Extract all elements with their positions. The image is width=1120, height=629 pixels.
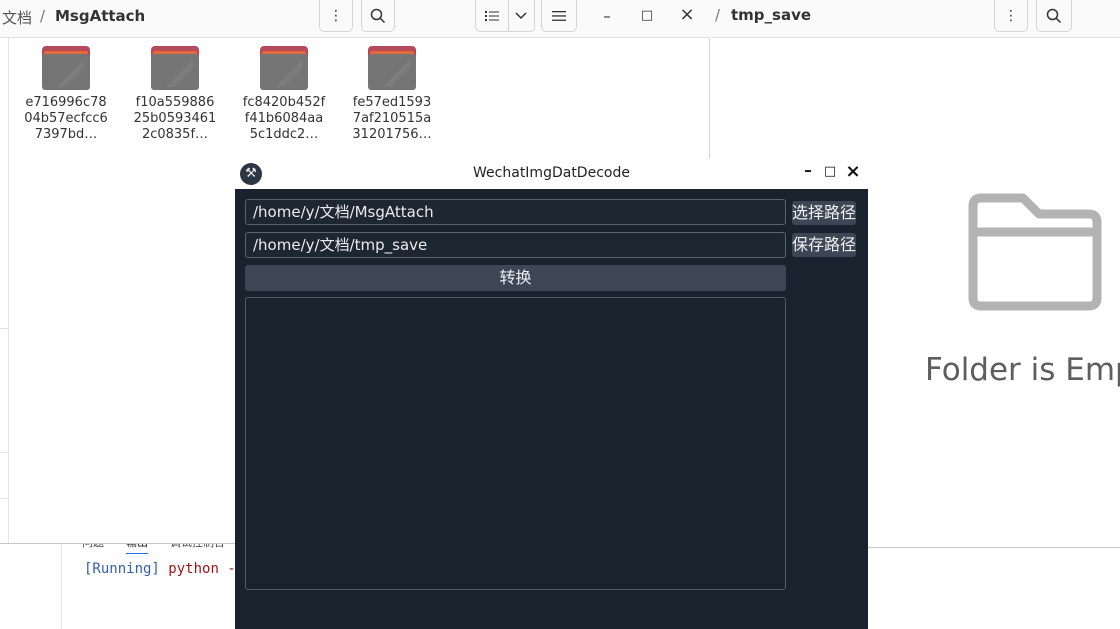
search-icon (370, 8, 386, 23)
search-button[interactable] (361, 0, 395, 32)
folder-name: f10a55988625b05934612c0835f… (133, 95, 217, 142)
source-path-input[interactable]: /home/y/文档/MsgAttach (245, 199, 786, 225)
view-options-dropdown[interactable] (509, 0, 534, 31)
minimize-button[interactable]: – (598, 7, 616, 25)
chevron-down-icon (515, 11, 527, 19)
run-status: [Running] (84, 561, 160, 577)
header-bar: 文档 / MsgAttach ⋮ – □ × (0, 0, 710, 38)
breadcrumb-parent[interactable]: 文档 (2, 7, 32, 28)
folder-icon (260, 46, 308, 90)
dialog-maximize-button[interactable]: □ (822, 164, 838, 179)
dialog-title: WechatImgDatDecode (473, 165, 630, 181)
empty-folder-message: Folder is Emp (925, 352, 1120, 388)
list-view-icon (484, 10, 499, 21)
dialog-minimize-button[interactable]: – (800, 161, 816, 179)
folder-name: fc8420b452ff41b6084aa5c1ddc2… (242, 95, 326, 142)
search-icon (1046, 8, 1062, 23)
maximize-button[interactable]: □ (638, 8, 656, 23)
save-path-input[interactable]: /home/y/文档/tmp_save (245, 232, 786, 258)
kebab-menu-icon: ⋮ (1004, 7, 1018, 24)
breadcrumb-current[interactable]: tmp_save (731, 6, 811, 24)
folder-icon (42, 46, 90, 90)
search-button[interactable] (1036, 0, 1072, 32)
breadcrumb-separator: / (715, 6, 721, 24)
wechat-img-dat-decode-dialog: ⚒ WechatImgDatDecode – □ × /home/y/文档/Ms… (235, 159, 868, 629)
dialog-titlebar: ⚒ WechatImgDatDecode – □ × (235, 159, 868, 189)
hamburger-menu-icon (552, 10, 566, 21)
folder-icon (368, 46, 416, 90)
more-options-button[interactable]: ⋮ (319, 0, 353, 32)
editor-gutter (0, 536, 62, 629)
folder-item[interactable]: fe57ed15937af210515a31201756… (344, 46, 440, 143)
breadcrumb-separator: / (40, 7, 46, 25)
output-line: [Running] python - (84, 561, 236, 577)
header-bar: / tmp_save ⋮ (711, 0, 1120, 38)
sidebar-edge (0, 38, 9, 543)
select-path-button[interactable]: 选择路径 (792, 201, 856, 225)
run-command: python - (168, 561, 236, 577)
list-view-button[interactable] (476, 0, 509, 31)
view-toggle-group (475, 0, 535, 32)
convert-button[interactable]: 转换 (245, 265, 786, 291)
more-options-button[interactable]: ⋮ (994, 0, 1028, 32)
save-path-button[interactable]: 保存路径 (792, 233, 856, 257)
folder-icon (151, 46, 199, 90)
breadcrumb-current[interactable]: MsgAttach (55, 7, 145, 25)
empty-folder-icon (968, 193, 1102, 311)
dialog-close-button[interactable]: × (845, 161, 861, 182)
log-output-area[interactable] (245, 297, 786, 590)
folder-item[interactable]: e716996c7804b57ecfcc67397bd… (18, 46, 114, 143)
folder-name: e716996c7804b57ecfcc67397bd… (24, 95, 108, 142)
folder-name: fe57ed15937af210515a31201756… (352, 95, 432, 142)
main-menu-button[interactable] (541, 0, 577, 32)
folder-item[interactable]: fc8420b452ff41b6084aa5c1ddc2… (236, 46, 332, 143)
close-button[interactable]: × (678, 4, 696, 25)
kebab-menu-icon: ⋮ (329, 7, 343, 24)
folder-item[interactable]: f10a55988625b05934612c0835f… (127, 46, 223, 143)
